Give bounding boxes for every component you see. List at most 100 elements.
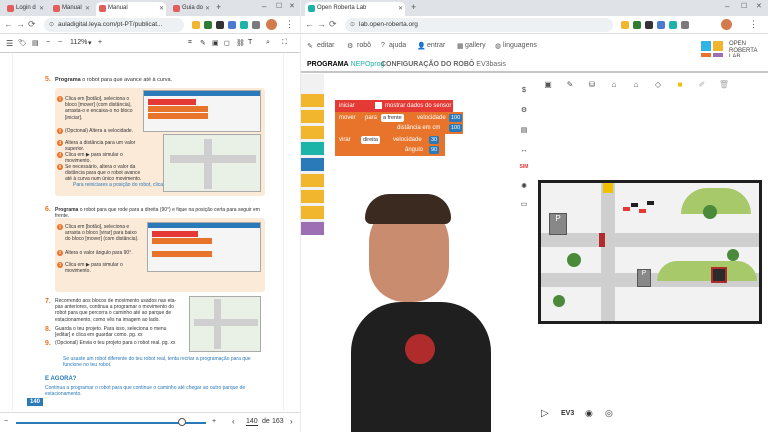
zoom-dropdown-icon[interactable]: ▾ — [88, 39, 92, 47]
new-tab-icon[interactable]: + — [216, 2, 221, 12]
category-control[interactable] — [301, 126, 324, 139]
thumbnail-icon[interactable]: ▤ — [32, 39, 39, 47]
simulation-canvas[interactable]: P P — [538, 180, 762, 324]
next-page-icon[interactable]: › — [290, 417, 293, 426]
tab-configuracao[interactable]: CONFIGURAÇÃO DO ROBÔ EV3basis — [381, 61, 506, 68]
tab-manual-1[interactable]: Manual ✕ — [50, 2, 92, 16]
direction-dropdown[interactable]: a frente — [381, 114, 404, 122]
maximize-icon[interactable]: ☐ — [276, 2, 282, 10]
zoom-slider-handle[interactable] — [178, 418, 186, 426]
close-window-icon[interactable]: ✕ — [289, 2, 295, 10]
tab-manual-active[interactable]: Manual ✕ — [96, 2, 166, 16]
turn-speed-input[interactable]: 30 — [429, 136, 440, 144]
reload-icon[interactable]: ⟳ — [329, 19, 337, 30]
eraser-icon[interactable]: ✐ — [695, 80, 709, 92]
robot[interactable] — [603, 183, 613, 193]
image-icon[interactable]: ▣ — [541, 80, 555, 92]
close-icon[interactable]: ✕ — [85, 5, 90, 12]
menu-gallery[interactable]: gallery — [465, 42, 486, 49]
turn-block[interactable]: virar direita velocidade 30 ângulo 90 — [335, 134, 445, 156]
menu-ajuda[interactable]: ajuda — [389, 42, 406, 49]
minimize-icon[interactable]: – — [262, 2, 266, 11]
extension-icon[interactable] — [645, 21, 653, 29]
settings-icon[interactable]: ⚙ — [519, 106, 529, 116]
zoom-out-icon[interactable]: − — [46, 39, 50, 46]
code-icon[interactable]: ↔ — [519, 146, 529, 156]
kebab-menu-icon[interactable]: ⋮ — [749, 19, 758, 30]
category-text[interactable] — [301, 174, 324, 187]
cube-icon[interactable]: ◇ — [651, 80, 665, 92]
tab-programa[interactable]: PROGRAMA NEPOprog — [307, 61, 384, 68]
extension-icon[interactable] — [252, 21, 260, 29]
trash-icon[interactable]: 🗑 — [717, 80, 731, 92]
tab-guia[interactable]: Guia do ✕ — [170, 2, 212, 16]
url-bar[interactable]: ⊙ auladigital.leya.com/pt-PT/publicat... — [44, 18, 184, 32]
back-icon[interactable]: ← — [305, 19, 314, 30]
category-variables[interactable] — [301, 222, 324, 235]
category-math[interactable] — [301, 158, 324, 171]
zoom-in-button[interactable]: + — [98, 39, 102, 46]
search-icon[interactable]: ⌕ — [266, 39, 270, 47]
keyboard-icon[interactable]: ▤ — [519, 126, 529, 136]
turn-direction-dropdown[interactable]: direita — [361, 136, 380, 144]
distance-input[interactable]: 100 — [449, 124, 463, 132]
avatar[interactable] — [266, 19, 277, 30]
close-icon[interactable]: ✕ — [398, 5, 403, 12]
category-logic[interactable] — [301, 142, 324, 155]
zoom-out-icon[interactable]: − — [4, 418, 8, 425]
category-action[interactable] — [301, 94, 324, 107]
extension-icon[interactable] — [204, 21, 212, 29]
speed-input[interactable]: 100 — [449, 114, 463, 122]
zoom-out-button[interactable]: − — [58, 39, 62, 46]
reload-icon[interactable]: ⟳ — [28, 19, 36, 30]
tab-open-roberta[interactable]: Open Roberta Lab ✕ — [305, 2, 405, 16]
link-icon[interactable]: ⛓ — [236, 39, 245, 47]
dollar-icon[interactable]: $ — [519, 86, 529, 96]
sound-icon[interactable]: ◉ — [585, 408, 593, 419]
menu-robo[interactable]: robô — [357, 42, 371, 49]
menu-editar[interactable]: editar — [317, 42, 335, 49]
bookmark-icon[interactable]: 🏷 — [18, 39, 27, 47]
zoom-value[interactable]: 112% — [70, 39, 87, 46]
pen-icon[interactable]: ✎ — [563, 80, 577, 92]
checkbox[interactable] — [375, 102, 382, 109]
category-lists[interactable] — [301, 190, 324, 203]
prev-page-icon[interactable]: ‹ — [232, 417, 235, 426]
robot-icon[interactable]: ⛁ — [585, 80, 599, 92]
forward-icon[interactable]: → — [16, 19, 25, 30]
fullscreen-icon[interactable]: ⛶ — [282, 39, 287, 47]
draw-icon[interactable]: ✎ — [200, 39, 206, 47]
back-icon[interactable]: ← — [4, 19, 13, 30]
extension-icon[interactable] — [216, 21, 224, 29]
menu-entrar[interactable]: entrar — [427, 42, 445, 49]
text-icon[interactable]: T — [248, 39, 252, 46]
home-icon[interactable]: ⌂ — [607, 80, 621, 92]
play-icon[interactable]: ▷ — [541, 408, 549, 419]
comment-icon[interactable]: ◻ — [224, 39, 230, 47]
move-block[interactable]: mover para a frente velocidade 100 distâ… — [335, 112, 463, 134]
url-bar[interactable]: ⊙ lab.open-roberta.org — [345, 18, 613, 32]
kebab-menu-icon[interactable]: ⋮ — [285, 19, 294, 30]
category-sensors[interactable] — [301, 110, 324, 123]
sim-button[interactable]: SIM — [519, 162, 529, 172]
ev3-button[interactable]: EV3 — [561, 410, 574, 417]
yellow-square-icon[interactable]: ■ — [673, 80, 687, 92]
menu-linguagens[interactable]: linguagens — [503, 42, 537, 49]
extension-icon[interactable] — [228, 21, 236, 29]
close-icon[interactable]: ✕ — [159, 5, 164, 12]
maximize-icon[interactable]: ☐ — [741, 2, 747, 10]
extension-icon[interactable] — [621, 21, 629, 29]
new-tab-icon[interactable]: + — [411, 2, 416, 12]
extension-icon[interactable] — [681, 21, 689, 29]
forward-icon[interactable]: → — [317, 19, 326, 30]
extension-icon[interactable] — [633, 21, 641, 29]
menu-icon[interactable]: ☰ — [6, 39, 13, 48]
extension-icon[interactable] — [669, 21, 677, 29]
minimize-icon[interactable]: – — [725, 2, 729, 11]
avatar[interactable] — [721, 19, 732, 30]
sun-icon[interactable]: ✺ — [519, 182, 529, 192]
chat-icon[interactable]: ▭ — [519, 200, 529, 210]
category-colours[interactable] — [301, 206, 324, 219]
angle-input[interactable]: 90 — [429, 146, 440, 154]
crop-icon[interactable]: ⌗ — [188, 39, 192, 47]
